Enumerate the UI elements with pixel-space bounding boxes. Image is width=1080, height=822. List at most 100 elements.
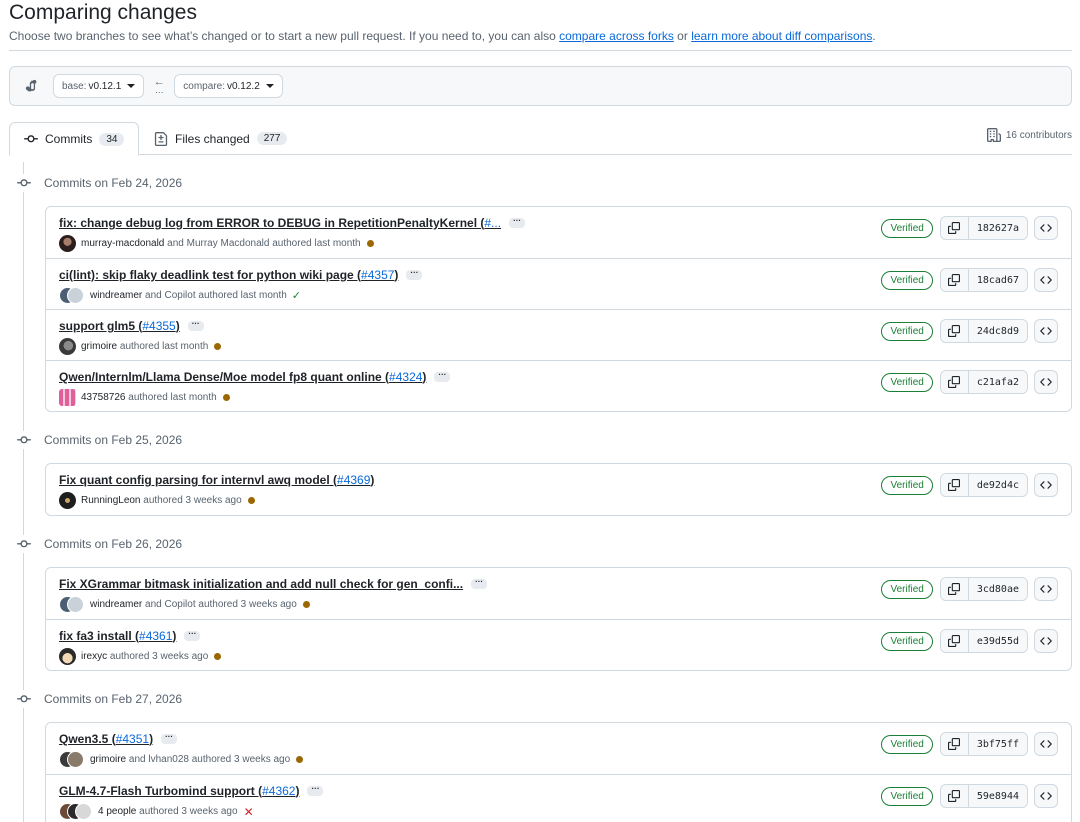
contributors-link[interactable]: 16 contributors: [986, 128, 1072, 142]
commit-sha-link[interactable]: de92d4c: [968, 474, 1027, 496]
learn-more-link[interactable]: learn more about diff comparisons: [691, 29, 872, 43]
avatar[interactable]: [59, 648, 76, 665]
author-link[interactable]: irexyc: [81, 651, 107, 662]
commit-sha-link[interactable]: 182627a: [968, 217, 1027, 239]
ellipsis-expand-button[interactable]: ···: [509, 217, 526, 228]
avatar[interactable]: [59, 492, 76, 509]
author-link[interactable]: windreamer: [90, 599, 142, 610]
status-failure-icon[interactable]: ✕: [244, 805, 254, 819]
commit-row: ci(lint): skip flaky deadlink test for p…: [46, 258, 1071, 309]
commit-row: fix fa3 install (#4361) ··· irexyc author…: [46, 619, 1071, 670]
copy-icon[interactable]: [940, 371, 969, 393]
verified-badge[interactable]: Verified: [881, 218, 933, 238]
status-pending-icon[interactable]: [247, 497, 255, 504]
range-editor: base: v0.12.1 ←… compare: v0.12.2: [9, 66, 1072, 106]
copy-icon[interactable]: [940, 785, 969, 807]
status-pending-icon[interactable]: [214, 653, 222, 660]
pr-link[interactable]: #4324: [389, 370, 422, 384]
copy-icon[interactable]: [940, 320, 969, 342]
code-browse-icon[interactable]: [1034, 473, 1058, 497]
verified-badge[interactable]: Verified: [881, 321, 933, 341]
author-link[interactable]: windreamer: [90, 290, 142, 301]
verified-badge[interactable]: Verified: [881, 631, 933, 651]
code-browse-icon[interactable]: [1034, 216, 1058, 240]
commit-message[interactable]: Fix XGrammar bitmask initialization and …: [59, 577, 488, 591]
author-link[interactable]: grimoire: [90, 754, 126, 765]
avatar[interactable]: [59, 596, 85, 613]
avatar[interactable]: [59, 751, 85, 768]
verified-badge[interactable]: Verified: [881, 579, 933, 599]
compare-branch-select[interactable]: compare: v0.12.2: [174, 74, 283, 98]
status-success-icon[interactable]: ✓: [292, 289, 301, 302]
commit-message[interactable]: fix: change debug log from ERROR to DEBU…: [59, 216, 526, 230]
ellipsis-expand-button[interactable]: ···: [307, 785, 324, 796]
commit-sha-link[interactable]: 24dc8d9: [968, 320, 1027, 342]
code-browse-icon[interactable]: [1034, 370, 1058, 394]
avatar[interactable]: [59, 235, 76, 252]
pr-link[interactable]: #4355: [142, 319, 175, 333]
pr-link[interactable]: #4361: [139, 629, 172, 643]
pr-link[interactable]: #4362: [262, 784, 295, 798]
verified-badge[interactable]: Verified: [881, 734, 933, 754]
pr-link[interactable]: #4351: [116, 732, 149, 746]
commit-message[interactable]: ci(lint): skip flaky deadlink test for p…: [59, 268, 423, 282]
ellipsis-expand-button[interactable]: ···: [406, 269, 423, 280]
ellipsis-expand-button[interactable]: ···: [434, 371, 451, 382]
author-link[interactable]: 4 people: [98, 806, 136, 817]
copy-icon[interactable]: [940, 269, 969, 291]
code-browse-icon[interactable]: [1034, 784, 1058, 808]
commit-meta: 43758726 authored last month: [59, 389, 230, 406]
base-branch-select[interactable]: base: v0.12.1: [53, 74, 145, 98]
copy-icon[interactable]: [940, 733, 969, 755]
git-commit-icon: [15, 431, 33, 449]
ellipsis-expand-button[interactable]: ···: [471, 578, 488, 589]
code-browse-icon[interactable]: [1034, 319, 1058, 343]
author-link[interactable]: 43758726: [81, 392, 126, 403]
commit-sha-link[interactable]: 3bf75ff: [968, 733, 1027, 755]
commit-message[interactable]: Qwen/Internlm/Llama Dense/Moe model fp8 …: [59, 370, 451, 384]
ellipsis-expand-button[interactable]: ···: [184, 630, 201, 641]
commit-message[interactable]: Qwen3.5 (#4351) ···: [59, 732, 178, 746]
verified-badge[interactable]: Verified: [881, 270, 933, 290]
ellipsis-expand-button[interactable]: ···: [161, 733, 178, 744]
avatar[interactable]: [59, 338, 76, 355]
commit-message[interactable]: Fix quant config parsing for internvl aw…: [59, 473, 374, 487]
status-pending-icon[interactable]: [366, 240, 374, 247]
verified-badge[interactable]: Verified: [881, 475, 933, 495]
tab-files-changed[interactable]: Files changed 277: [140, 122, 301, 155]
avatar[interactable]: [59, 803, 93, 820]
commit-message[interactable]: GLM-4.7-Flash Turbomind support (#4362) ·…: [59, 784, 324, 798]
commit-sha-link[interactable]: e39d55d: [968, 630, 1027, 652]
avatar[interactable]: [59, 389, 76, 406]
code-browse-icon[interactable]: [1034, 577, 1058, 601]
code-browse-icon[interactable]: [1034, 732, 1058, 756]
commit-sha-link[interactable]: 59e8944: [968, 785, 1027, 807]
code-browse-icon[interactable]: [1034, 629, 1058, 653]
compare-forks-link[interactable]: compare across forks: [559, 29, 674, 43]
avatar[interactable]: [59, 287, 85, 304]
author-link[interactable]: murray-macdonald: [81, 238, 164, 249]
author-link[interactable]: RunningLeon: [81, 495, 141, 506]
commit-sha-link[interactable]: 18cad67: [968, 269, 1027, 291]
tab-commits[interactable]: Commits 34: [9, 122, 140, 156]
pr-link[interactable]: #...: [484, 216, 501, 230]
status-pending-icon[interactable]: [296, 756, 304, 763]
author-link[interactable]: grimoire: [81, 341, 117, 352]
copy-icon[interactable]: [940, 630, 969, 652]
status-pending-icon[interactable]: [222, 394, 230, 401]
commit-sha-link[interactable]: 3cd80ae: [968, 578, 1027, 600]
pr-link[interactable]: #4369: [337, 473, 370, 487]
commit-sha-link[interactable]: c21afa2: [968, 371, 1027, 393]
pr-link[interactable]: #4357: [361, 268, 394, 282]
commit-message[interactable]: support glm5 (#4355) ···: [59, 319, 204, 333]
ellipsis-expand-button[interactable]: ···: [187, 320, 204, 331]
verified-badge[interactable]: Verified: [881, 372, 933, 392]
status-pending-icon[interactable]: [302, 601, 310, 608]
status-pending-icon[interactable]: [214, 343, 222, 350]
verified-badge[interactable]: Verified: [881, 786, 933, 806]
code-browse-icon[interactable]: [1034, 268, 1058, 292]
commit-message[interactable]: fix fa3 install (#4361) ···: [59, 629, 201, 643]
copy-icon[interactable]: [940, 474, 969, 496]
copy-icon[interactable]: [940, 217, 969, 239]
copy-icon[interactable]: [940, 578, 969, 600]
